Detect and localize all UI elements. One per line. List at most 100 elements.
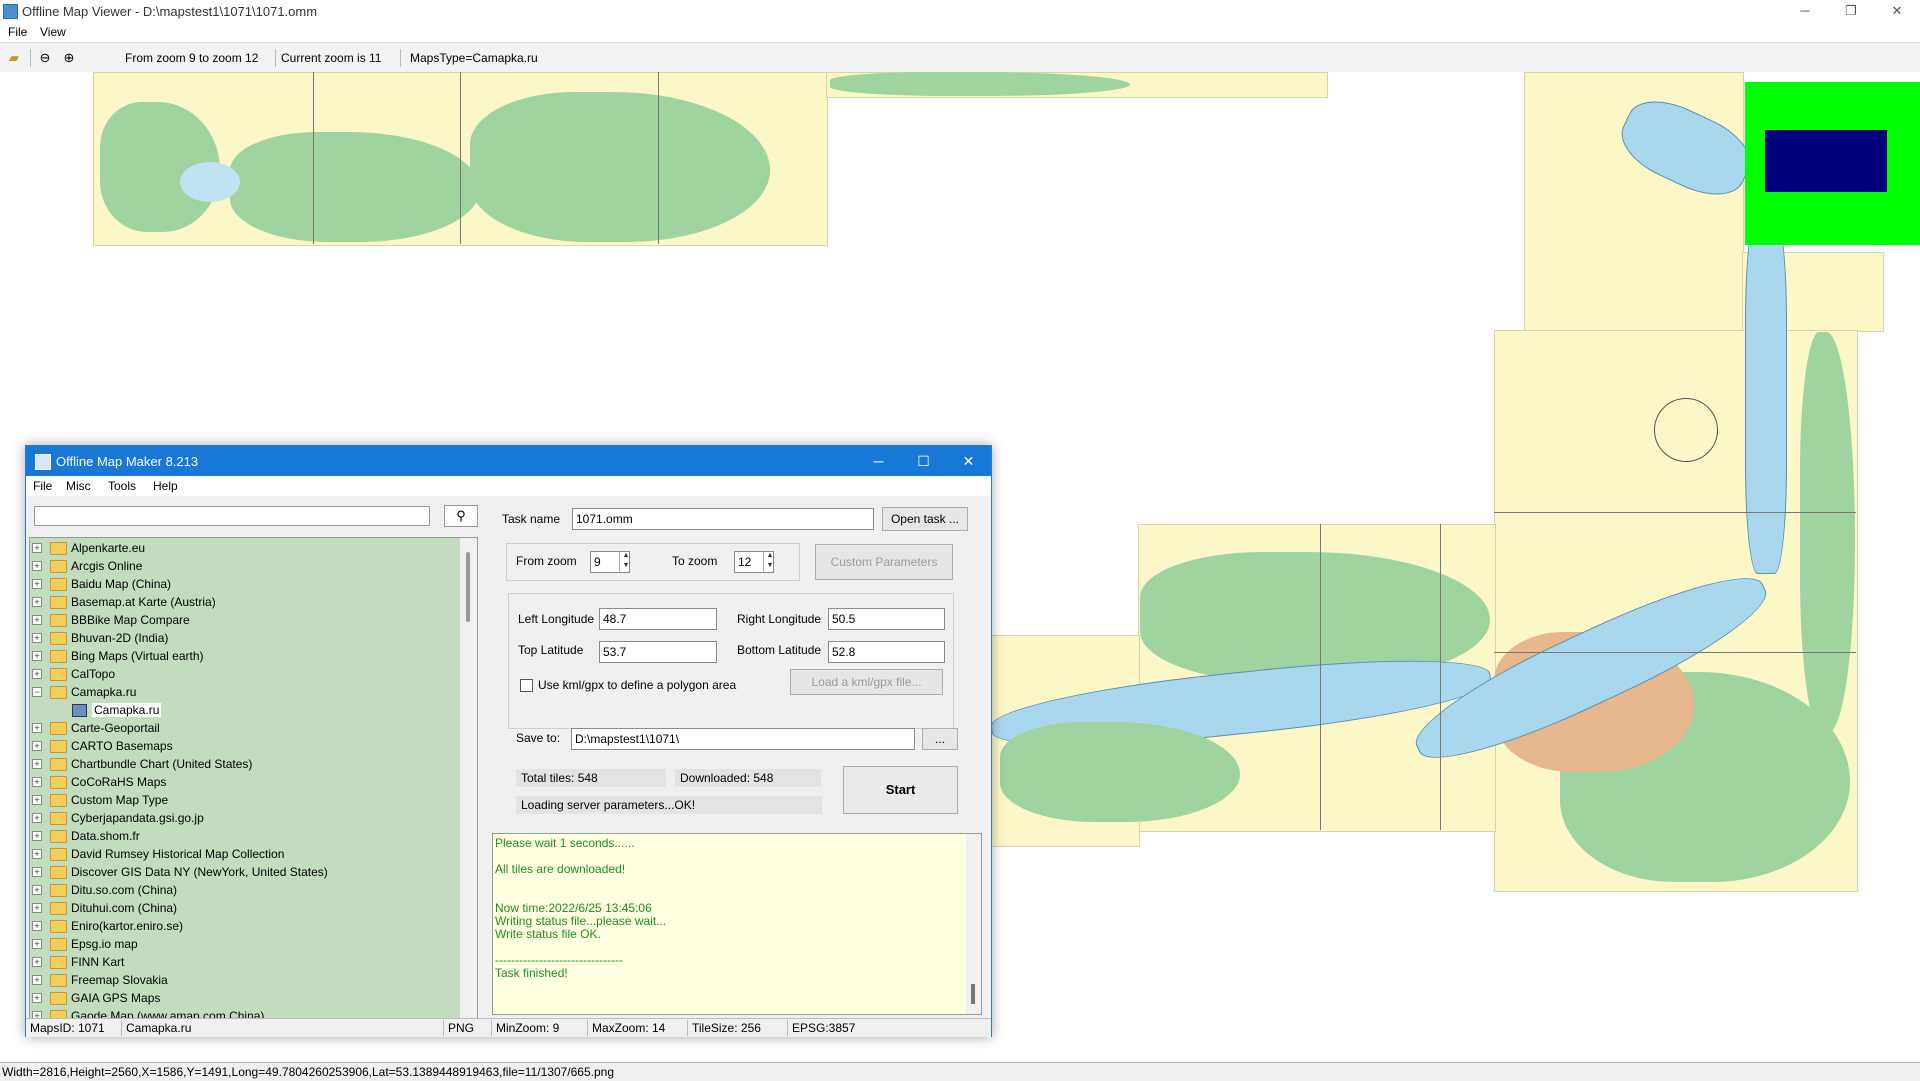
tree-item[interactable]: + Dituhui.com (China) (30, 899, 458, 917)
expand-icon[interactable]: + (32, 813, 42, 823)
tree-scrollbar[interactable] (460, 538, 477, 1019)
left-longitude-input[interactable] (599, 608, 717, 630)
start-button[interactable]: Start (843, 766, 958, 814)
expand-icon[interactable]: + (32, 669, 42, 679)
map-gridline (313, 72, 314, 244)
tree-item[interactable]: + Eniro(kartor.eniro.se) (30, 917, 458, 935)
tree-item[interactable]: + Carte-Geoportail (30, 719, 458, 737)
maker-menu-help[interactable]: Help (153, 479, 178, 493)
map-type-tree[interactable]: + Alpenkarte.eu + Arcgis Online + Baidu Map (… (29, 537, 478, 1020)
expand-icon[interactable]: + (32, 741, 42, 751)
open-task-button[interactable]: Open task ... (882, 507, 968, 531)
tree-item[interactable]: + Data.shom.fr (30, 827, 458, 845)
tree-item[interactable]: + Baidu Map (China) (30, 575, 458, 593)
expand-icon[interactable]: + (32, 975, 42, 985)
maker-close-icon[interactable]: ✕ (946, 446, 991, 476)
custom-parameters-button[interactable]: Custom Parameters (815, 544, 953, 580)
close-icon[interactable]: ✕ (1874, 0, 1920, 22)
menu-file[interactable]: File (8, 25, 27, 39)
expand-icon[interactable]: + (32, 939, 42, 949)
tree-item[interactable]: + FINN Kart (30, 953, 458, 971)
tree-item[interactable]: + Ditu.so.com (China) (30, 881, 458, 899)
map-gridline (1494, 512, 1856, 513)
chevron-down-icon[interactable]: ▼ (620, 561, 632, 571)
to-zoom-stepper[interactable]: ▲ ▼ (763, 551, 776, 573)
folder-icon (50, 794, 67, 807)
top-latitude-input[interactable] (599, 641, 717, 663)
maker-menu-tools[interactable]: Tools (108, 479, 136, 493)
map-land (230, 132, 480, 242)
collapse-icon[interactable]: − (32, 687, 42, 697)
expand-icon[interactable]: + (32, 597, 42, 607)
kml-checkbox[interactable] (520, 679, 533, 692)
zoom-in-icon[interactable]: ⊕ (60, 50, 78, 66)
expand-icon[interactable]: + (32, 579, 42, 589)
tree-child-item[interactable]: Camapka.ru (30, 701, 458, 719)
tree-item[interactable]: + CARTO Basemaps (30, 737, 458, 755)
right-longitude-input[interactable] (828, 608, 945, 630)
expand-icon[interactable]: + (32, 615, 42, 625)
tree-item[interactable]: + Bhuvan-2D (India) (30, 629, 458, 647)
tree-item[interactable]: + Discover GIS Data NY (NewYork, United S… (30, 863, 458, 881)
bottom-latitude-input[interactable] (828, 641, 945, 663)
expand-icon[interactable]: + (32, 795, 42, 805)
from-zoom-label: From zoom (516, 554, 577, 568)
tree-item-label: Baidu Map (China) (71, 577, 172, 591)
tree-item[interactable]: + Custom Map Type (30, 791, 458, 809)
maker-maximize-icon[interactable]: ☐ (901, 446, 946, 476)
expand-icon[interactable]: + (32, 831, 42, 841)
search-icon[interactable]: ⚲ (444, 505, 478, 527)
menu-view[interactable]: View (40, 25, 66, 39)
tree-item[interactable]: + Chartbundle Chart (United States) (30, 755, 458, 773)
restore-icon[interactable]: ❐ (1828, 0, 1874, 22)
expand-icon[interactable]: + (32, 885, 42, 895)
tree-item[interactable]: + CoCoRaHS Maps (30, 773, 458, 791)
minimize-icon[interactable]: ─ (1782, 0, 1828, 22)
expand-icon[interactable]: + (32, 651, 42, 661)
scrollbar-thumb[interactable] (466, 552, 470, 622)
tree-item[interactable]: − Camapka.ru (30, 683, 458, 701)
maker-menu-file[interactable]: File (33, 479, 52, 493)
tree-item[interactable]: + Freemap Slovakia (30, 971, 458, 989)
expand-icon[interactable]: + (32, 543, 42, 553)
chevron-down-icon[interactable]: ▼ (764, 561, 776, 571)
open-folder-icon[interactable]: ▰ (5, 50, 23, 66)
log-line: All tiles are downloaded! (495, 862, 626, 876)
chevron-up-icon[interactable]: ▲ (764, 551, 776, 561)
tree-item[interactable]: + Basemap.at Karte (Austria) (30, 593, 458, 611)
save-to-input[interactable] (571, 728, 915, 750)
browse-button[interactable]: ... (922, 728, 958, 750)
maker-minimize-icon[interactable]: ─ (856, 446, 901, 476)
scrollbar-thumb[interactable] (971, 984, 975, 1004)
task-name-input[interactable] (572, 508, 874, 530)
expand-icon[interactable]: + (32, 633, 42, 643)
tree-item[interactable]: + Bing Maps (Virtual earth) (30, 647, 458, 665)
from-zoom-stepper[interactable]: ▲ ▼ (619, 551, 632, 573)
folder-icon (50, 848, 67, 861)
tree-item[interactable]: + Epsg.io map (30, 935, 458, 953)
log-scrollbar[interactable] (966, 834, 981, 1014)
load-kml-button[interactable]: Load a kml/gpx file... (790, 669, 943, 695)
chevron-up-icon[interactable]: ▲ (620, 551, 632, 561)
map-type-search-input[interactable] (34, 506, 430, 526)
expand-icon[interactable]: + (32, 777, 42, 787)
expand-icon[interactable]: + (32, 561, 42, 571)
expand-icon[interactable]: + (32, 993, 42, 1003)
expand-icon[interactable]: + (32, 957, 42, 967)
loading-status-text: Loading server parameters...OK! (516, 796, 822, 814)
expand-icon[interactable]: + (32, 921, 42, 931)
tree-item[interactable]: + Cyberjapandata.gsi.go.jp (30, 809, 458, 827)
tree-item[interactable]: + David Rumsey Historical Map Collection (30, 845, 458, 863)
expand-icon[interactable]: + (32, 903, 42, 913)
maker-menu-misc[interactable]: Misc (66, 479, 91, 493)
tree-item[interactable]: + BBBike Map Compare (30, 611, 458, 629)
zoom-out-icon[interactable]: ⊖ (36, 50, 54, 66)
tree-item[interactable]: + Alpenkarte.eu (30, 539, 458, 557)
expand-icon[interactable]: + (32, 723, 42, 733)
tree-item[interactable]: + CalTopo (30, 665, 458, 683)
expand-icon[interactable]: + (32, 849, 42, 859)
expand-icon[interactable]: + (32, 759, 42, 769)
tree-item[interactable]: + Arcgis Online (30, 557, 458, 575)
tree-item[interactable]: + GAIA GPS Maps (30, 989, 458, 1007)
expand-icon[interactable]: + (32, 867, 42, 877)
